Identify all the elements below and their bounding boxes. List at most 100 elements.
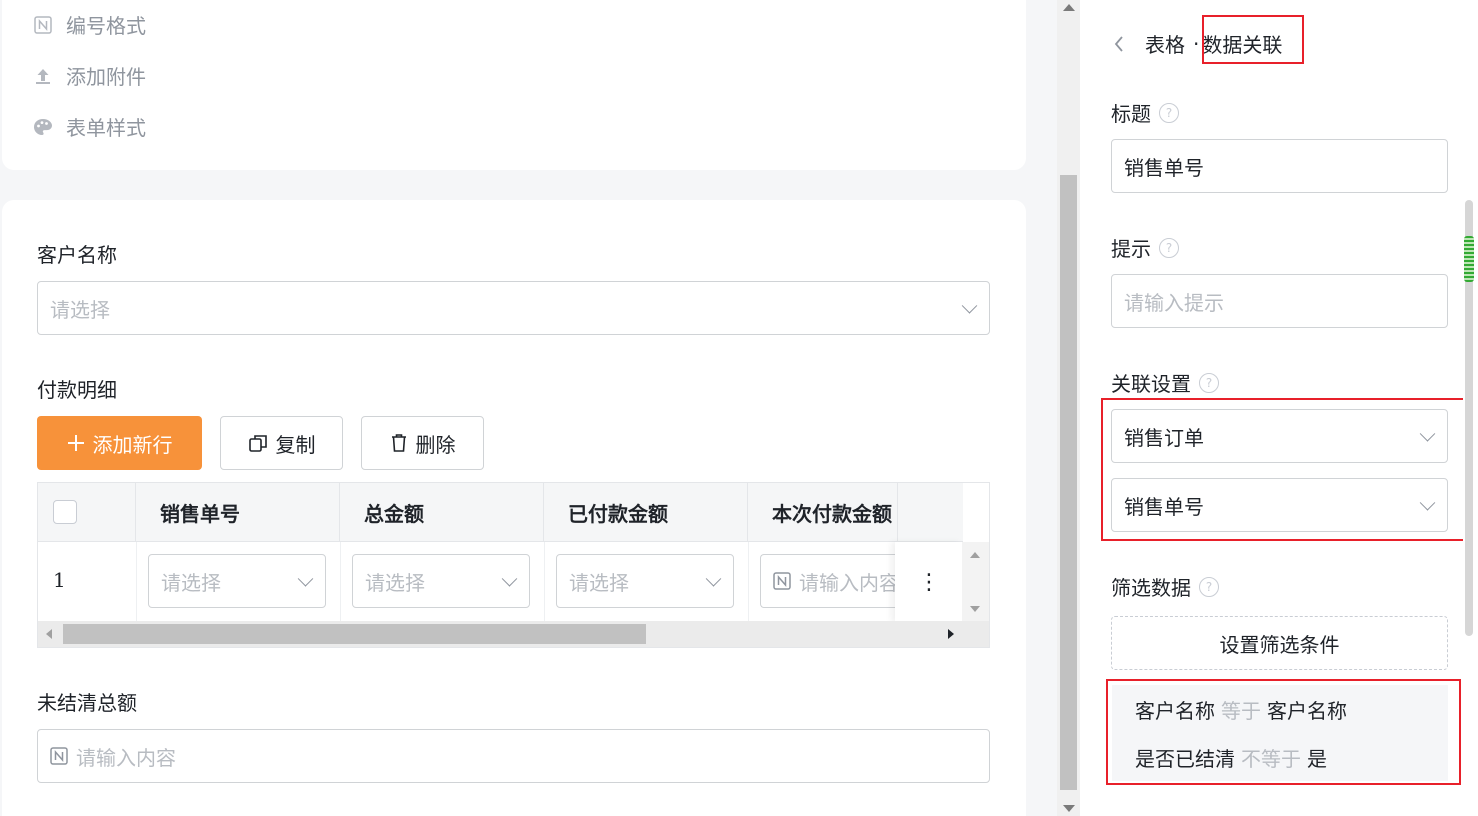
input-placeholder: 请输入内容	[76, 745, 176, 770]
back-chevron-icon[interactable]	[1113, 35, 1133, 53]
select-placeholder: 请选择	[569, 570, 629, 595]
scroll-up-icon[interactable]	[1063, 4, 1075, 11]
number-icon	[50, 747, 68, 765]
payment-detail-table: 销售单号 总金额 已付款金额 本次付款金额 1 请选择 请选择 请选择 请输入内…	[37, 482, 990, 648]
scroll-thumb[interactable]	[63, 624, 646, 644]
hint-label-text: 提示	[1111, 237, 1151, 261]
help-icon[interactable]: ?	[1199, 372, 1219, 393]
condition-operator: 不等于	[1241, 746, 1301, 771]
column-header-current-payment[interactable]: 本次付款金额	[748, 483, 898, 542]
copy-icon	[248, 433, 268, 453]
column-header-sales-no[interactable]: 销售单号	[136, 483, 340, 542]
link-form-select[interactable]: 销售订单	[1111, 409, 1448, 463]
menu-item-number-format[interactable]: 编号格式	[32, 10, 146, 39]
table-horizontal-scrollbar[interactable]	[38, 621, 989, 647]
scroll-left-icon[interactable]	[46, 629, 52, 639]
copy-label: 复制	[275, 432, 316, 457]
scroll-thumb[interactable]	[1060, 175, 1077, 790]
column-header-paid[interactable]: 已付款金额	[544, 483, 748, 542]
trash-icon	[390, 433, 408, 453]
chevron-down-icon	[1419, 426, 1436, 442]
condition-operator: 等于	[1221, 698, 1261, 723]
unsettled-total-input[interactable]: 请输入内容	[37, 729, 990, 783]
number-icon	[32, 14, 54, 36]
select-placeholder: 请选择	[161, 570, 221, 595]
title-input[interactable]: 销售单号	[1111, 139, 1448, 193]
link-setting-label-text: 关联设置	[1111, 372, 1191, 396]
condition-value: 是	[1307, 746, 1327, 771]
title-label: 标题 ?	[1111, 98, 1179, 127]
table-vertical-scrollbar[interactable]	[962, 542, 989, 622]
filter-condition[interactable]: 客户名称 等于 客户名称	[1112, 685, 1448, 733]
scroll-right-icon[interactable]	[948, 629, 954, 639]
delete-button[interactable]: 删除	[361, 416, 484, 470]
chevron-down-icon	[961, 298, 978, 314]
row-index: 1	[53, 568, 66, 592]
delete-label: 删除	[415, 432, 456, 457]
payment-detail-label: 付款明细	[37, 378, 117, 402]
link-setting-label: 关联设置 ?	[1111, 368, 1219, 397]
table-header: 销售单号 总金额 已付款金额 本次付款金额	[38, 483, 963, 542]
filter-data-label: 筛选数据 ?	[1111, 572, 1219, 601]
row-more-icon[interactable]: ⋮	[895, 542, 963, 622]
number-icon	[773, 572, 791, 590]
scroll-down-icon[interactable]	[970, 606, 980, 612]
column-divider	[544, 542, 545, 622]
panel-scrollbar[interactable]	[1463, 0, 1478, 816]
link-form-value: 销售订单	[1124, 425, 1204, 450]
chevron-down-icon	[297, 571, 314, 587]
table-row: 1 请选择 请选择 请选择 请输入内容 ⋮	[38, 542, 963, 622]
link-field-value: 销售单号	[1124, 494, 1204, 519]
menu-item-form-style[interactable]: 表单样式	[32, 112, 146, 141]
add-row-label: 添加新行	[92, 432, 173, 457]
total-amount-select[interactable]: 请选择	[352, 554, 530, 608]
condition-value: 客户名称	[1267, 698, 1347, 723]
chevron-down-icon	[1419, 495, 1436, 511]
properties-panel: 表格 · 数据关联 标题 ? 销售单号 提示 ? 请输入提示 关联设置 ? 销售…	[1080, 0, 1478, 816]
link-field-select[interactable]: 销售单号	[1111, 478, 1448, 532]
input-placeholder: 请输入内容	[799, 570, 899, 595]
select-all-checkbox[interactable]	[53, 500, 77, 524]
unsettled-total-label: 未结清总额	[37, 691, 137, 715]
scroll-grip	[1464, 236, 1474, 282]
title-input-value: 销售单号	[1124, 155, 1204, 180]
hint-placeholder: 请输入提示	[1124, 290, 1224, 315]
column-divider	[748, 542, 749, 622]
breadcrumb-parent[interactable]: 表格	[1145, 29, 1185, 58]
customer-name-label: 客户名称	[37, 243, 117, 267]
condition-field: 是否已结清	[1135, 746, 1235, 771]
column-header-total[interactable]: 总金额	[340, 483, 544, 542]
hint-label: 提示 ?	[1111, 233, 1179, 262]
form-canvas: 编号格式 添加附件 表单样式 客户名称 请选择 付款明细 添加新行 复制 删除 …	[0, 0, 1056, 816]
canvas-scrollbar[interactable]	[1057, 0, 1080, 816]
paid-amount-select[interactable]: 请选择	[556, 554, 734, 608]
menu-item-label: 编号格式	[66, 14, 146, 38]
select-all-cell	[38, 483, 136, 542]
upload-icon	[32, 65, 54, 87]
help-icon[interactable]: ?	[1199, 576, 1219, 597]
filter-condition[interactable]: 是否已结清 不等于 是	[1112, 733, 1448, 781]
hint-input[interactable]: 请输入提示	[1111, 274, 1448, 328]
breadcrumb-separator: ·	[1193, 31, 1200, 56]
plus-icon	[67, 434, 85, 452]
copy-button[interactable]: 复制	[220, 416, 343, 470]
chevron-down-icon	[705, 571, 722, 587]
select-placeholder: 请选择	[365, 570, 425, 595]
set-filter-label: 设置筛选条件	[1219, 632, 1340, 657]
menu-card: 编号格式 添加附件 表单样式	[2, 0, 1026, 170]
help-icon[interactable]: ?	[1159, 102, 1179, 123]
menu-item-add-attachment[interactable]: 添加附件	[32, 61, 146, 90]
sales-no-select[interactable]: 请选择	[148, 554, 326, 608]
scroll-down-icon[interactable]	[1063, 805, 1075, 812]
add-row-button[interactable]: 添加新行	[37, 416, 202, 470]
set-filter-button[interactable]: 设置筛选条件	[1111, 616, 1448, 670]
highlight-box-breadcrumb	[1202, 15, 1304, 64]
customer-name-select[interactable]: 请选择	[37, 281, 990, 335]
select-placeholder: 请选择	[50, 297, 110, 322]
condition-field: 客户名称	[1135, 698, 1215, 723]
scroll-up-icon[interactable]	[970, 552, 980, 558]
column-divider	[136, 542, 137, 622]
menu-item-label: 表单样式	[66, 116, 146, 140]
filter-data-label-text: 筛选数据	[1111, 576, 1191, 600]
help-icon[interactable]: ?	[1159, 237, 1179, 258]
